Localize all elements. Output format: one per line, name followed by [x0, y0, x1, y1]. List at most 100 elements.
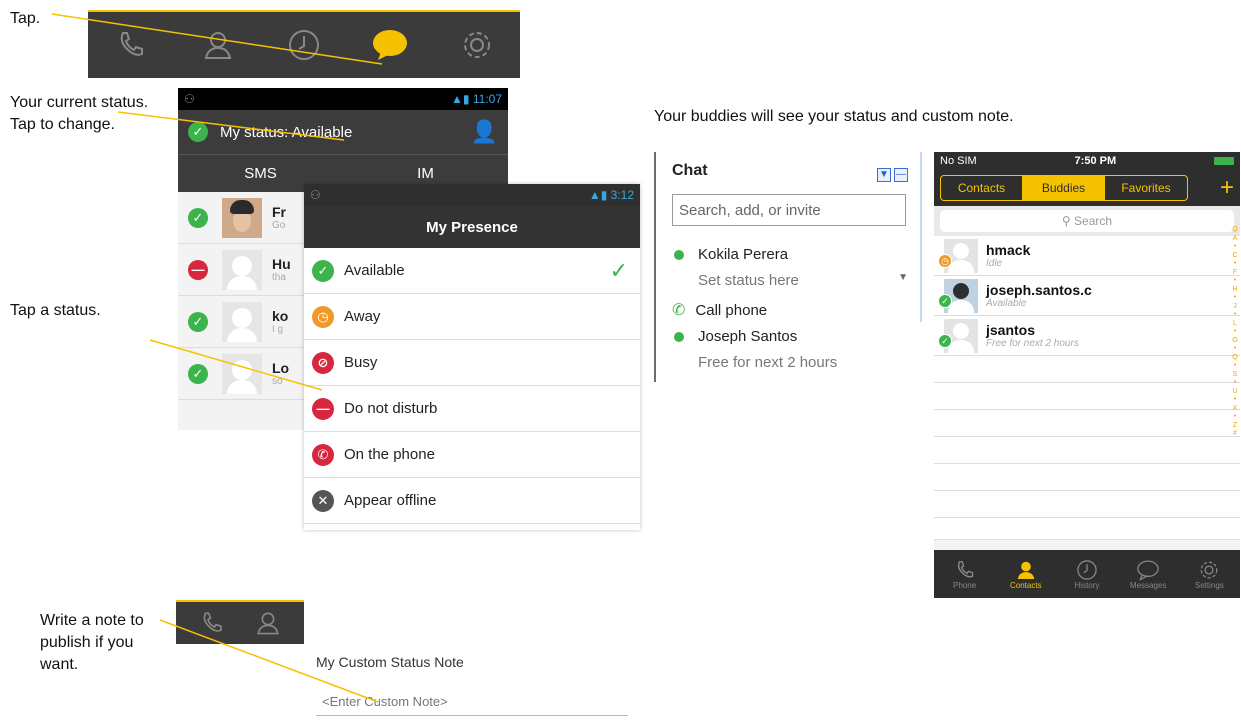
buddy-note: Free for next 2 hours — [698, 354, 838, 371]
index-letter[interactable]: C — [1230, 252, 1240, 261]
history-tab-icon[interactable] — [284, 25, 324, 65]
index-letter[interactable]: • — [1230, 396, 1240, 405]
index-letter[interactable]: J — [1230, 303, 1240, 312]
top-tab-bar — [88, 10, 520, 78]
status-bar-time: 11:07 — [472, 92, 502, 106]
contact-preview: I g — [272, 324, 284, 335]
presence-option-label: Away — [344, 308, 381, 325]
callout-tap-status: Tap a status. — [10, 302, 101, 319]
messages-tab-icon[interactable] — [370, 25, 410, 65]
callout-tap: Tap. — [10, 10, 41, 27]
buddy-row[interactable]: Joseph Santos — [674, 328, 797, 345]
ios-tab-settings[interactable]: Settings — [1179, 559, 1239, 590]
phone-tab-icon[interactable] — [192, 603, 232, 643]
dropdown-arrow-icon[interactable]: ▼ — [898, 272, 908, 289]
chevron-down-icon[interactable]: ▼ — [877, 167, 891, 182]
add-contact-icon[interactable]: 👤 — [471, 119, 498, 145]
index-letter[interactable]: U — [1230, 388, 1240, 397]
empty-row — [934, 356, 1240, 383]
ios-tab-phone[interactable]: Phone — [935, 559, 995, 590]
signal-icon: ▲▮ — [588, 188, 611, 202]
index-letter[interactable]: A — [1230, 235, 1240, 244]
callout-buddies-see: Your buddies will see your status and cu… — [654, 108, 1014, 125]
presence-option-on-the-phone[interactable]: ✆ On the phone — [304, 432, 640, 478]
custom-note-input[interactable]: <Enter Custom Note> — [316, 690, 628, 716]
call-phone-label: Call phone — [695, 301, 768, 319]
presence-option-busy[interactable]: ⊘ Busy — [304, 340, 640, 386]
minimize-icon[interactable]: — — [894, 167, 908, 182]
index-letter[interactable]: • — [1230, 345, 1240, 354]
contacts-tab-icon[interactable] — [248, 603, 288, 643]
presence-option-do-not-disturb[interactable]: — Do not disturb — [304, 386, 640, 432]
index-letter[interactable]: • — [1230, 277, 1240, 286]
signal-icon: ▲▮ — [451, 92, 473, 106]
index-letter[interactable]: Q — [1230, 226, 1240, 235]
index-letter[interactable]: # — [1230, 430, 1240, 439]
ios-tab-label: Settings — [1194, 580, 1224, 590]
ios-tab-label: Messages — [1129, 580, 1167, 590]
battery-icon — [1213, 157, 1234, 165]
index-letter[interactable]: X — [1230, 405, 1240, 414]
call-phone-row[interactable]: ✆ Call phone — [672, 300, 767, 320]
contacts-tab-icon[interactable] — [198, 25, 238, 65]
add-icon[interactable]: + — [1220, 176, 1234, 200]
my-status-header[interactable]: ✓ My status: Available 👤 — [178, 110, 508, 154]
search-icon: ⚲ — [1061, 214, 1075, 228]
available-status-icon: ✓ — [188, 207, 208, 228]
desktop-chat-panel: Chat ▼ — Search, add, or invite Kokila Pe… — [654, 152, 922, 382]
index-letter[interactable]: S — [1230, 371, 1240, 380]
history-icon — [1077, 559, 1097, 580]
index-letter[interactable]: • — [1230, 379, 1240, 388]
segment-contacts[interactable]: Contacts — [941, 176, 1023, 200]
presence-option-appear-offline[interactable]: ✕ Appear offline — [304, 478, 640, 524]
buddy-row-joseph[interactable]: ✓ joseph.santos.c Available — [934, 276, 1240, 316]
index-letter[interactable]: Z — [1230, 422, 1240, 431]
status-bar-time: 3:12 — [610, 188, 634, 202]
index-letter[interactable]: O — [1230, 337, 1240, 346]
ios-tab-history[interactable]: History — [1057, 559, 1117, 590]
index-letter[interactable]: • — [1230, 294, 1240, 303]
set-status-prompt: Set status here — [698, 272, 799, 289]
index-letter[interactable]: • — [1230, 243, 1240, 252]
ios-tab-messages[interactable]: Messages — [1118, 559, 1178, 590]
presence-option-away[interactable]: ◷ Away — [304, 294, 640, 340]
alphabet-index[interactable]: Q A • C • F • H • J • L • O • Q • S • U • X • Z # — [1230, 226, 1240, 439]
buddy-row-hmack[interactable]: ◷ hmack Idle — [934, 236, 1240, 276]
available-status-icon — [674, 249, 684, 260]
chat-search-input[interactable]: Search, add, or invite — [672, 194, 906, 226]
segment-buddies[interactable]: Buddies — [1023, 176, 1105, 200]
ios-search-input[interactable]: ⚲ Search — [940, 210, 1234, 232]
presence-option-available[interactable]: ✓ Available ✓ — [304, 248, 640, 294]
available-icon: ✓ — [312, 259, 334, 282]
self-presence-row[interactable]: Kokila Perera — [674, 246, 788, 263]
index-letter[interactable]: • — [1230, 260, 1240, 269]
avatar — [222, 197, 262, 238]
contact-preview: Go — [272, 220, 286, 231]
index-letter[interactable]: H — [1230, 286, 1240, 295]
empty-row — [934, 437, 1240, 464]
phone-tab-icon[interactable] — [111, 25, 151, 65]
index-letter[interactable]: • — [1230, 328, 1240, 337]
empty-row — [934, 491, 1240, 518]
index-letter[interactable]: Q — [1230, 354, 1240, 363]
ios-tab-label: History — [1074, 580, 1100, 590]
index-letter[interactable]: • — [1230, 362, 1240, 371]
presence-option-label: Available — [344, 262, 405, 279]
ios-tab-label: Contacts — [1009, 580, 1042, 590]
usb-icon: ⚇ — [184, 92, 195, 106]
settings-tab-icon[interactable] — [457, 25, 497, 65]
phone-icon: ✆ — [672, 302, 686, 319]
away-status-icon: ◷ — [938, 254, 952, 268]
ios-tab-contacts[interactable]: Contacts — [996, 559, 1056, 590]
index-letter[interactable]: L — [1230, 320, 1240, 329]
segment-favorites[interactable]: Favorites — [1105, 176, 1187, 200]
panel-divider — [920, 152, 922, 322]
index-letter[interactable]: F — [1230, 269, 1240, 278]
set-status-row[interactable]: Set status here ▼ — [698, 272, 908, 289]
index-letter[interactable]: • — [1230, 311, 1240, 320]
available-status-icon: ✓ — [188, 311, 208, 332]
ios-tab-bar: Phone Contacts History Messages Settings — [934, 550, 1240, 598]
settings-icon — [1200, 561, 1218, 578]
index-letter[interactable]: • — [1230, 413, 1240, 422]
buddy-row-jsantos[interactable]: ✓ jsantos Free for next 2 hours — [934, 316, 1240, 356]
